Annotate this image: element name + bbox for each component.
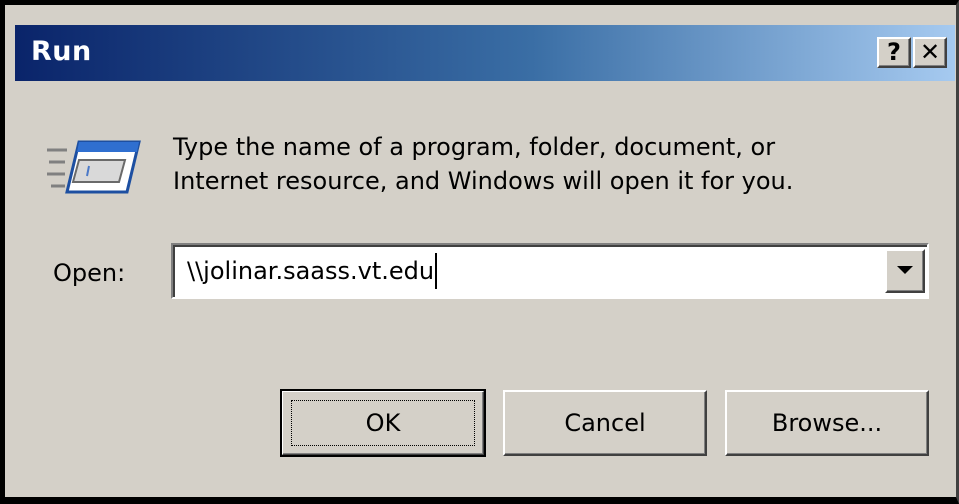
open-combobox[interactable]: \\jolinar.saass.vt.edu — [171, 243, 929, 299]
help-button[interactable]: ? — [877, 37, 911, 68]
dropdown-button[interactable] — [885, 249, 925, 293]
cancel-button[interactable]: Cancel — [503, 390, 707, 456]
instruction-line-1: Type the name of a program, folder, docu… — [173, 133, 776, 161]
open-label: Open: — [53, 259, 126, 287]
title-bar[interactable]: Run ? ✕ — [15, 25, 955, 81]
instruction-text: Type the name of a program, folder, docu… — [173, 130, 893, 198]
open-input[interactable]: \\jolinar.saass.vt.edu — [187, 253, 438, 289]
run-dialog: Run ? ✕ Type the name of a program, fold… — [0, 0, 959, 504]
focus-rectangle — [291, 400, 475, 446]
browse-button[interactable]: Browse... — [725, 390, 929, 456]
close-button[interactable]: ✕ — [913, 37, 947, 68]
run-dialog-icon — [47, 140, 141, 194]
chevron-down-icon — [897, 266, 913, 274]
window-title: Run — [31, 36, 92, 67]
ok-button[interactable]: OK — [280, 389, 486, 457]
instruction-line-2: Internet resource, and Windows will open… — [173, 167, 794, 195]
